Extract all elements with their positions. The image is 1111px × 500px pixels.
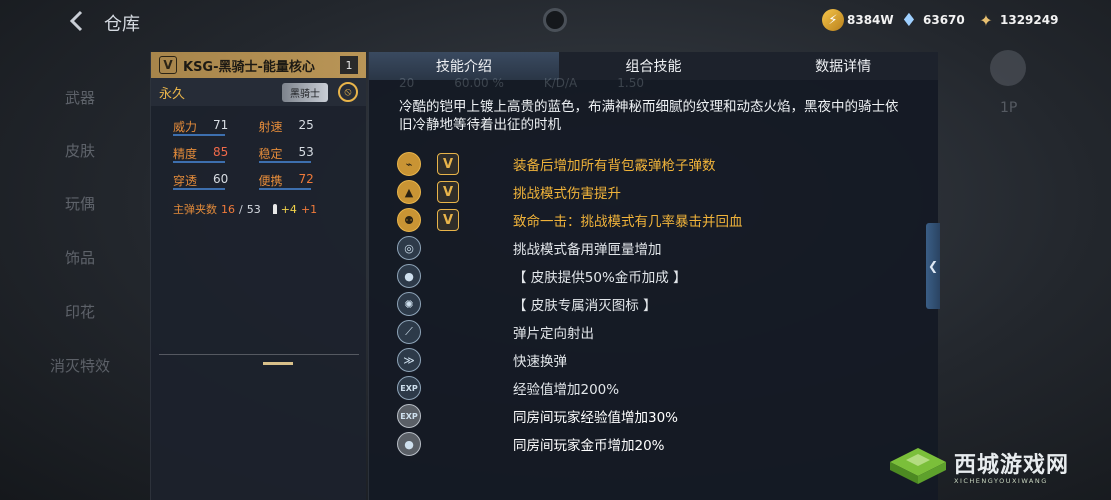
crystal-icon: ✦ (979, 10, 993, 30)
back-chevron-icon[interactable] (64, 8, 90, 34)
diamond-icon: ♦ (900, 9, 918, 31)
ghost-circle (990, 50, 1026, 86)
challenge-damage-icon: ▲ (397, 180, 421, 204)
magazine-bonus-a: +4 (280, 202, 297, 216)
nav-item-weapons[interactable]: 武器 (40, 87, 120, 108)
crit-heal-icon: ⚉ (397, 208, 421, 232)
skill-item: ⚉ V 致命一击：挑战模式有几率暴击并回血 (397, 206, 938, 234)
skin-description: 冷酷的铠甲上镀上高贵的蓝色，布满神秘而细腻的纹理和动态火焰，黑夜中的骑士依旧冷静… (399, 99, 899, 133)
skill-item: ◎ 挑战模式备用弹匣量增加 (397, 234, 938, 262)
page-title: 仓库 (104, 14, 140, 35)
magazine-current: 16 (221, 202, 235, 216)
nav-item-dolls[interactable]: 玩偶 (40, 193, 120, 214)
fixed-spread-icon: ⟋ (397, 320, 421, 344)
stat-portability: 便携 72 (258, 172, 314, 190)
stat-accuracy: 精度 85 (173, 145, 229, 163)
weapon-duration: 永久 (159, 86, 186, 102)
crystal-value: 1329249 (1000, 13, 1059, 27)
currency-gold: ⚡ 8384W (822, 9, 894, 31)
vip-v-icon: V (159, 56, 177, 74)
magazine-row: 主弹夹数 16 / 53 +4 +1 (173, 201, 344, 217)
magazine-bonus-b: +1 (300, 202, 318, 216)
card-drag-handle[interactable] (263, 362, 293, 365)
card-divider (159, 354, 359, 355)
skill-item: ✺ 【 皮肤专属消灭图标 】 (397, 290, 938, 318)
nav-item-skins[interactable]: 皮肤 (40, 140, 120, 161)
weapon-count: 1 (340, 56, 358, 74)
gold-value: 8384W (847, 13, 894, 27)
diamond-value: 63670 (923, 13, 965, 27)
skill-item: ● 【 皮肤提供50%金币加成 】 (397, 262, 938, 290)
magazine-total: 53 (246, 202, 261, 216)
kill-icon-badge: ✺ (397, 292, 421, 316)
currency-crystal: ✦ 1329249 (975, 9, 1058, 31)
stat-fire-rate: 射速 25 (258, 118, 314, 134)
magazine-label: 主弹夹数 (173, 203, 217, 216)
skill-item: EXP 经验值增加200% (397, 374, 938, 402)
exp-icon: EXP (397, 376, 421, 400)
stat-bar (258, 161, 311, 163)
fast-reload-icon: ≫ (397, 348, 421, 372)
weapon-stats: 威力 71 射速 25 精度 85 稳定 53 穿透 60 便携 72 主弹夹数… (151, 106, 366, 217)
stat-bar (258, 188, 311, 190)
tab-data-details[interactable]: 数据详情 (748, 52, 938, 80)
room-gold-icon: ● (397, 432, 421, 456)
watermark-title: 西城游戏网 (954, 453, 1070, 478)
nav-item-kill-effects[interactable]: 消灭特效 (40, 355, 120, 376)
stat-penetration: 穿透 60 (173, 172, 229, 190)
weapon-card-sub: 永久 黑骑士 ⦸ (151, 78, 366, 106)
ammo-bag-icon: ⌁ (397, 152, 421, 176)
skill-item: EXP 同房间玩家经验值增加30% (397, 402, 938, 430)
stat-power: 威力 71 (173, 118, 229, 136)
ghost-player-label: 1P (1000, 100, 1018, 116)
weapon-card-header: V KSG-黑骑士-能量核心 1 (151, 52, 366, 78)
weapon-name: KSG-黑骑士-能量核心 (183, 59, 315, 75)
magazine-separator: / (239, 202, 243, 216)
vip-v-icon: V (437, 181, 459, 203)
gold-coin-icon: ⚡ (822, 9, 844, 31)
stat-stability: 稳定 53 (258, 145, 314, 163)
vip-v-icon: V (437, 209, 459, 231)
weapon-series-tag: 黑骑士 (282, 82, 328, 102)
stat-bar (173, 188, 225, 190)
skill-item: ● 同房间玩家金币增加20% (397, 430, 938, 458)
skill-item: ⟋ 弹片定向射出 (397, 318, 938, 346)
skill-list: ⌁ V 装备后增加所有背包霰弹枪子弹数 ▲ V 挑战模式伤害提升 ⚉ V 致命一… (369, 142, 938, 458)
bullet-icon (272, 204, 277, 214)
stat-bar (173, 161, 225, 163)
skill-item: ⌁ V 装备后增加所有背包霰弹枪子弹数 (397, 150, 938, 178)
center-indicator (543, 8, 567, 32)
gold-bonus-icon: ● (397, 264, 421, 288)
vip-v-icon: V (437, 153, 459, 175)
nav-item-accessories[interactable]: 饰品 (40, 247, 120, 268)
watermark: 西城游戏网 XICHENGYOUXIWANG (888, 446, 1069, 486)
skill-item: ≫ 快速换弹 (397, 346, 938, 374)
gold-ring-icon[interactable]: ⦸ (338, 82, 358, 102)
weapon-card: V KSG-黑骑士-能量核心 1 永久 黑骑士 ⦸ 威力 71 射速 25 精度… (150, 52, 366, 500)
detail-panel: 技能介绍 组合技能 数据详情 20 60.00 % K/D/A 1.50 冷酷的… (368, 52, 938, 500)
currency-diamond: ♦ 63670 (898, 9, 965, 31)
stat-bar (173, 134, 225, 136)
nav-item-decals[interactable]: 印花 (40, 301, 120, 322)
watermark-logo-icon (890, 448, 946, 484)
tab-combo-skills[interactable]: 组合技能 (559, 52, 749, 80)
skill-item: ▲ V 挑战模式伤害提升 (397, 178, 938, 206)
collapse-left-icon[interactable]: ❮ (926, 223, 940, 309)
top-bar: 仓库 ⚡ 8384W ♦ 63670 ✦ 1329249 (0, 0, 1111, 44)
watermark-text: 西城游戏网 XICHENGYOUXIWANG (954, 447, 1069, 485)
spare-ammo-icon: ◎ (397, 236, 421, 260)
room-exp-icon: EXP (397, 404, 421, 428)
